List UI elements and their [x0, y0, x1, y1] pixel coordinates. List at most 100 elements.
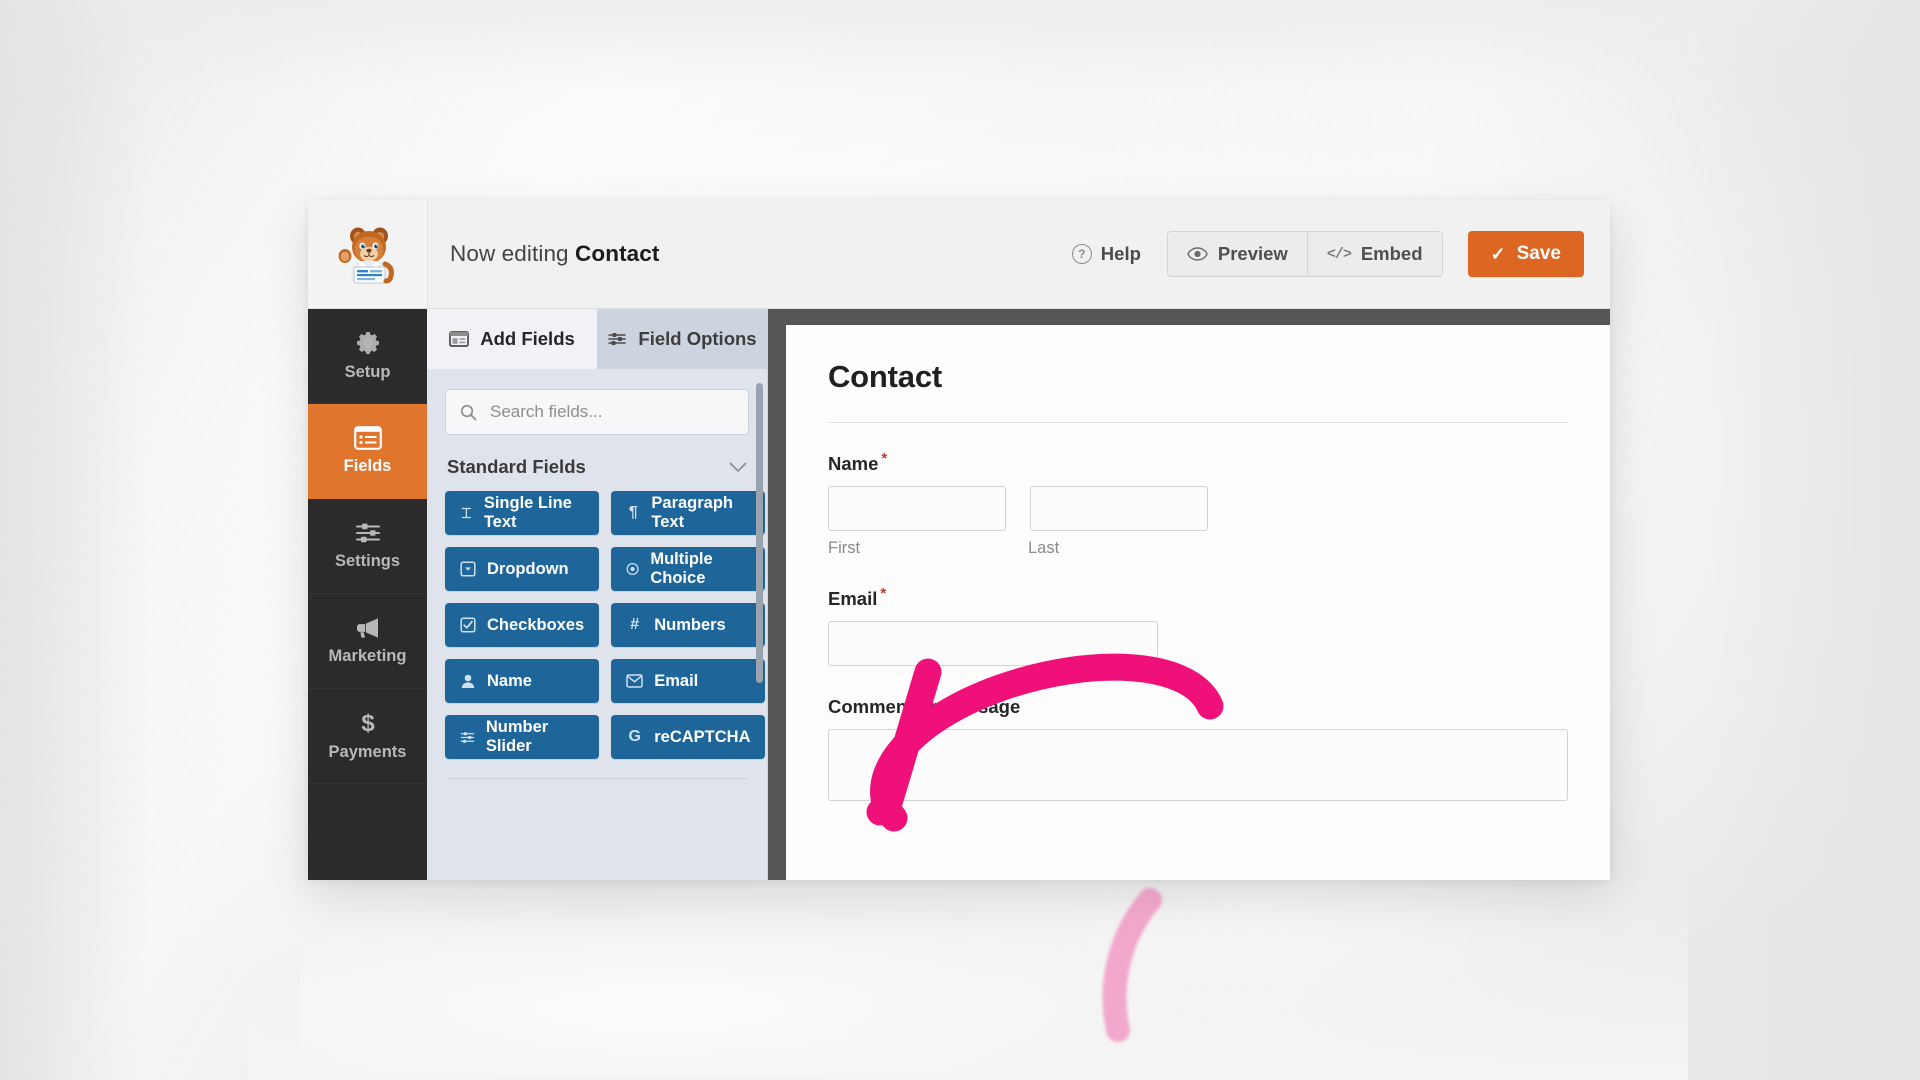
field-button-recaptcha[interactable]: G reCAPTCHA	[611, 715, 766, 759]
sidebar-item-payments[interactable]: $ Payments	[308, 689, 427, 784]
checkbox-icon	[460, 617, 476, 633]
sliders-icon	[355, 523, 380, 543]
help-button-label: Help	[1100, 243, 1141, 264]
sidebar-item-fields[interactable]: Fields	[308, 404, 427, 499]
builder-sidebar: Setup Fields Settings Marketing $ Paymen…	[308, 309, 427, 880]
preview-field-label: Name *	[828, 450, 1568, 475]
wpforms-bear-logo	[338, 227, 394, 284]
preview-field-email: Email *	[828, 585, 1568, 667]
preview-field-label-text: Comment or Message	[828, 696, 1021, 718]
preview-field-label-text: Email	[828, 588, 878, 610]
header-actions: ? Help Preview </> Embed ✓ Save	[1071, 231, 1584, 277]
preview-field-name: Name * First Last	[828, 450, 1568, 558]
preview-email-input-row	[828, 621, 1568, 667]
form-preview-card: Contact Name * First Last Email * Commen…	[786, 325, 1610, 880]
fields-panel-divider	[447, 778, 747, 779]
fields-panel-scrollbar[interactable]	[756, 383, 763, 683]
field-button-number-slider[interactable]: Number Slider	[445, 715, 600, 759]
tab-field-options[interactable]: Field Options	[597, 309, 767, 369]
sidebar-item-label: Payments	[328, 743, 407, 761]
section-title: Standard Fields	[447, 456, 586, 477]
dollar-icon: $	[361, 710, 375, 736]
sidebar-filler	[308, 784, 427, 880]
builder-header: Now editing Contact ? Help Preview </> E…	[308, 200, 1610, 309]
save-button[interactable]: ✓ Save	[1467, 231, 1584, 277]
preview-comment-textarea[interactable]	[828, 729, 1568, 802]
field-button-email[interactable]: Email	[611, 659, 766, 703]
preview-button[interactable]: Preview	[1167, 232, 1307, 276]
preview-first-name-input[interactable]	[828, 486, 1006, 532]
standard-fields-section-header[interactable]: Standard Fields	[447, 456, 747, 478]
sidebar-item-marketing[interactable]: Marketing	[308, 594, 427, 689]
sidebar-item-label: Settings	[334, 552, 401, 570]
fields-panel: Add Fields Field Options Search fields..…	[427, 309, 768, 880]
panel-tabs: Add Fields Field Options	[427, 309, 767, 369]
sidebar-item-label: Marketing	[328, 647, 407, 665]
field-button-label: Name	[487, 671, 532, 690]
envelope-icon	[626, 674, 643, 688]
sidebar-item-label: Fields	[343, 457, 392, 475]
field-buttons-grid: Single Line Text ¶ Paragraph Text Dropdo…	[445, 491, 766, 759]
field-button-numbers[interactable]: # Numbers	[611, 603, 766, 647]
sidebar-item-setup[interactable]: Setup	[308, 309, 427, 404]
sliders-icon	[608, 333, 627, 345]
user-icon	[461, 674, 475, 688]
text-cursor-icon	[461, 507, 472, 519]
megaphone-icon	[356, 618, 378, 638]
search-icon	[460, 404, 477, 420]
preview-field-label-text: Name	[828, 453, 879, 475]
field-button-single-line-text[interactable]: Single Line Text	[445, 491, 600, 535]
help-button[interactable]: ? Help	[1071, 243, 1141, 265]
preview-field-label: Email *	[828, 585, 1568, 610]
preview-last-name-input[interactable]	[1030, 486, 1208, 532]
field-button-label: Paragraph Text	[651, 494, 734, 531]
google-g-icon: G	[628, 728, 641, 745]
field-button-label: Dropdown	[487, 559, 569, 578]
preview-sublabel-first: First	[828, 539, 861, 558]
field-button-dropdown[interactable]: Dropdown	[445, 547, 600, 591]
tab-label: Add Fields	[480, 328, 575, 349]
embed-button-label: Embed	[1360, 243, 1423, 264]
hash-icon: #	[630, 616, 640, 633]
field-button-label: Single Line Text	[483, 494, 572, 531]
question-circle-icon: ?	[1071, 244, 1092, 264]
field-button-name[interactable]: Name	[445, 659, 600, 703]
field-button-label: reCAPTCHA	[654, 727, 751, 746]
header-main: Now editing Contact ? Help Preview </> E…	[428, 200, 1610, 308]
field-button-multiple-choice[interactable]: Multiple Choice	[611, 547, 766, 591]
preview-embed-group: Preview </> Embed	[1166, 231, 1443, 277]
preview-button-label: Preview	[1217, 243, 1288, 264]
code-brackets-icon: </>	[1326, 245, 1352, 263]
field-button-paragraph-text[interactable]: ¶ Paragraph Text	[611, 491, 766, 535]
editing-form-name: Contact	[575, 241, 660, 266]
field-button-label: Email	[654, 671, 699, 690]
tab-label: Field Options	[638, 328, 757, 349]
radio-icon	[626, 562, 639, 576]
background-top-edge	[0, 0, 1920, 90]
page-title: Now editing Contact	[450, 241, 659, 267]
background-left-edge	[0, 0, 150, 1080]
field-button-label: Numbers	[654, 615, 726, 634]
preview-sublabel-last: Last	[1028, 539, 1060, 558]
eye-icon	[1187, 247, 1208, 261]
builder-body: Setup Fields Settings Marketing $ Paymen…	[308, 309, 1610, 880]
tab-add-fields[interactable]: Add Fields	[427, 309, 597, 369]
preview-email-input[interactable]	[828, 621, 1158, 667]
svg-text:$: $	[361, 710, 375, 736]
required-asterisk: *	[881, 450, 888, 467]
field-button-checkboxes[interactable]: Checkboxes	[445, 603, 600, 647]
field-button-label: Multiple Choice	[650, 550, 713, 587]
chevron-down-icon[interactable]	[729, 462, 747, 473]
sidebar-item-label: Setup	[344, 363, 391, 381]
form-preview-pane: Contact Name * First Last Email * Commen…	[768, 309, 1610, 880]
required-asterisk: *	[880, 585, 887, 603]
preview-field-label: Comment or Message	[828, 693, 1568, 718]
embed-button[interactable]: </> Embed	[1306, 232, 1442, 276]
sidebar-item-settings[interactable]: Settings	[308, 499, 427, 594]
gear-icon	[356, 332, 379, 354]
search-input[interactable]	[488, 401, 734, 423]
search-field-container[interactable]	[445, 389, 749, 435]
editing-prefix: Now editing	[450, 241, 569, 266]
window-icon	[449, 331, 470, 347]
background-right-edge	[1710, 0, 1920, 1080]
